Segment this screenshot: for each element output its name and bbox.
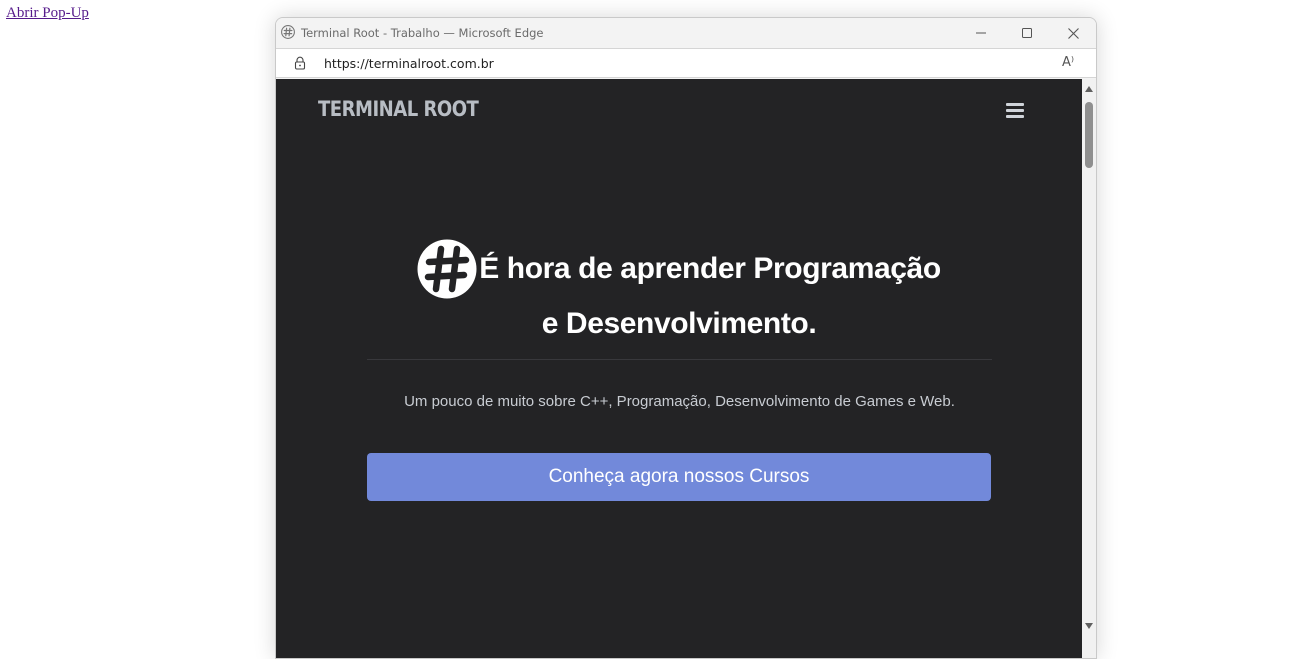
hero-divider (367, 359, 992, 360)
maximize-button[interactable] (1004, 18, 1050, 48)
hero-title: É hora de aprender Programação e Desenvo… (479, 252, 941, 340)
read-aloud-icon[interactable]: A⁾ (1062, 55, 1074, 70)
scrollbar-thumb[interactable] (1085, 102, 1093, 168)
url-text[interactable]: https://terminalroot.com.br (324, 56, 494, 71)
close-button[interactable] (1050, 18, 1096, 48)
web-content: TERMINAL ROOT É hora de aprender Program… (276, 79, 1082, 658)
edge-popup-window: Terminal Root - Trabalho — Microsoft Edg… (275, 17, 1097, 659)
address-bar[interactable]: https://terminalroot.com.br A⁾ (276, 48, 1096, 78)
app-hash-icon (281, 25, 295, 39)
vertical-scrollbar[interactable] (1082, 79, 1096, 658)
close-icon (1067, 27, 1079, 39)
minimize-button[interactable] (958, 18, 1004, 48)
minimize-icon (976, 32, 986, 34)
window-title: Terminal Root - Trabalho — Microsoft Edg… (301, 26, 544, 40)
window-titlebar[interactable]: Terminal Root - Trabalho — Microsoft Edg… (276, 18, 1096, 48)
scroll-up-arrow-icon[interactable] (1085, 86, 1093, 92)
courses-cta-button[interactable]: Conheça agora nossos Cursos (367, 453, 991, 501)
site-brand[interactable]: TERMINAL ROOT (318, 97, 479, 121)
lock-icon[interactable] (294, 56, 306, 70)
hero-subtitle: Um pouco de muito sobre C++, Programação… (404, 393, 955, 410)
open-popup-link[interactable]: Abrir Pop-Up (6, 5, 89, 22)
hamburger-menu-icon[interactable] (1006, 103, 1024, 118)
scroll-down-arrow-icon[interactable] (1085, 623, 1093, 629)
maximize-icon (1022, 28, 1032, 38)
